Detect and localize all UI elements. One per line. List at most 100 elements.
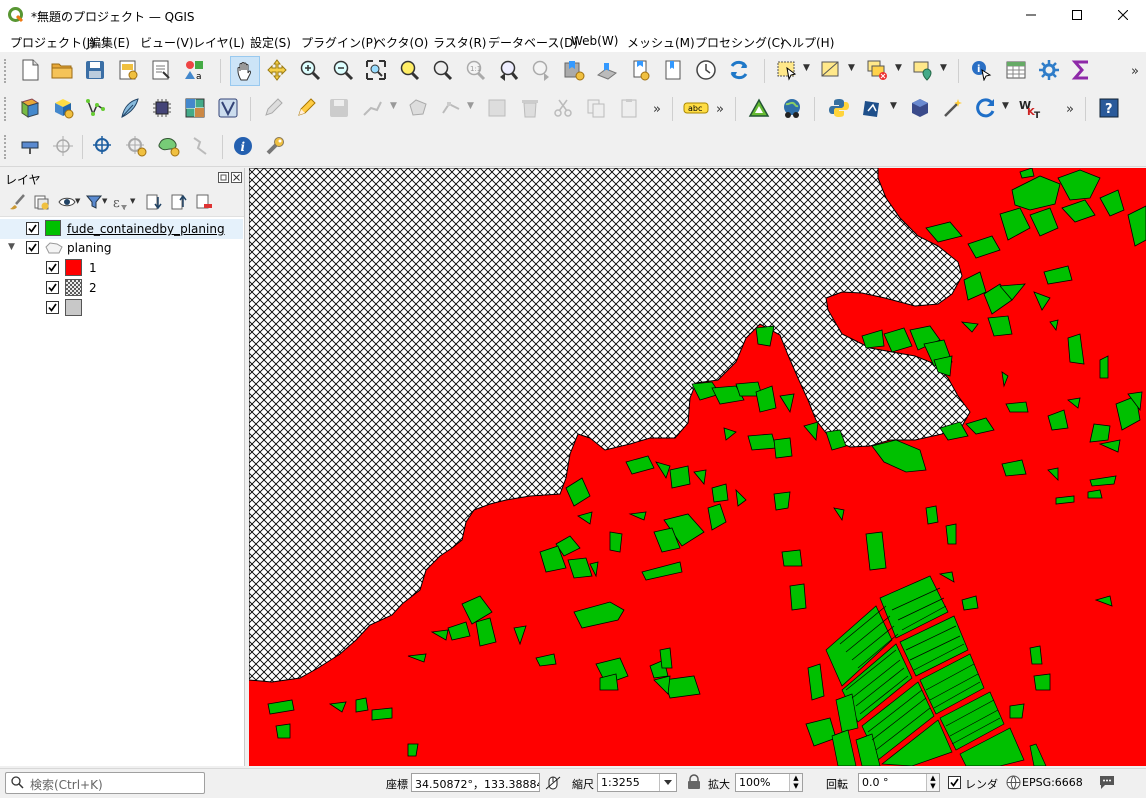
toolbar-handle[interactable] [4, 135, 10, 159]
save-edits-button[interactable] [326, 95, 352, 121]
zoom-next-button[interactable] [528, 57, 554, 83]
delete-selected-button[interactable] [517, 95, 543, 121]
new-print-layout-button[interactable] [115, 57, 141, 83]
zoom-to-selection-button[interactable] [396, 57, 422, 83]
menu-view[interactable]: ビュー(V) [140, 34, 194, 51]
dropdown-arrow-icon[interactable]: ▼ [1002, 101, 1009, 111]
toolbar-overflow-icon[interactable]: » [1131, 64, 1139, 79]
layer-visibility-checkbox[interactable] [26, 241, 39, 254]
filter-legend-button[interactable] [84, 192, 104, 212]
label-toolbar-button[interactable]: abc [683, 95, 709, 121]
settings-wrench-button[interactable] [262, 133, 288, 159]
close-button[interactable] [1100, 0, 1146, 30]
parcel[interactable] [609, 531, 623, 553]
lock-scale-icon[interactable] [687, 774, 701, 790]
menu-project[interactable]: プロジェクト(J) [10, 34, 95, 51]
identify-features-button[interactable]: i [968, 57, 994, 83]
coordinate-field[interactable]: 34.50872°，133.38884° [411, 773, 540, 792]
parcel[interactable] [773, 491, 791, 511]
parcel[interactable] [669, 465, 691, 489]
toggle-editing-button[interactable] [260, 95, 286, 121]
menu-processing[interactable]: プロセシング(C) [695, 34, 785, 51]
parcel[interactable] [355, 697, 369, 713]
parcel[interactable] [945, 523, 957, 545]
parcel[interactable] [789, 583, 807, 611]
toolbox-button[interactable] [1036, 57, 1062, 83]
menu-raster[interactable]: ラスタ(R) [433, 34, 486, 51]
parcel[interactable] [1005, 401, 1029, 413]
dropdown-arrow-icon[interactable]: ▼ [890, 101, 897, 111]
locator-search-input[interactable]: 検索(Ctrl+K) [5, 772, 205, 794]
render-checkbox[interactable] [948, 776, 961, 789]
parcel[interactable] [1029, 645, 1043, 665]
dropdown-arrow-icon[interactable]: ▼ [390, 101, 397, 111]
info-button[interactable]: i [230, 133, 256, 159]
plugin-cube-button[interactable] [907, 95, 933, 121]
menu-settings[interactable]: 設定(S) [250, 34, 291, 51]
layout-manager-button[interactable] [148, 57, 174, 83]
dropdown-arrow-icon[interactable]: ▼ [803, 63, 810, 73]
toolbar-overflow-icon[interactable]: » [716, 102, 724, 117]
add-group-button[interactable] [31, 192, 51, 212]
maximize-button[interactable] [1054, 0, 1100, 30]
toolbar-overflow-icon[interactable]: » [1066, 102, 1074, 117]
snap-add-button[interactable] [123, 133, 149, 159]
parcel[interactable] [1099, 355, 1109, 379]
legend-class-1[interactable]: 1 [0, 258, 243, 278]
select-by-value-button[interactable] [818, 57, 844, 83]
class-visibility-checkbox[interactable] [46, 261, 59, 274]
current-edits-button[interactable] [293, 95, 319, 121]
parcel[interactable] [659, 647, 673, 669]
float-panel-icon[interactable] [218, 172, 229, 183]
open-attribute-table-button[interactable] [1003, 57, 1029, 83]
digitize-trace-button[interactable] [189, 133, 215, 159]
toolbar-overflow-icon[interactable]: » [653, 102, 661, 117]
rotation-spinbox[interactable]: 0.0 ° ▲ ▼ [858, 773, 940, 792]
minimize-button[interactable] [1008, 0, 1054, 30]
parcel[interactable] [1089, 423, 1111, 443]
dropdown-arrow-icon[interactable]: ▼ [467, 101, 474, 111]
zoom-full-button[interactable] [363, 57, 389, 83]
zoom-to-layer-button[interactable] [429, 57, 455, 83]
refresh-button[interactable] [726, 57, 752, 83]
zoom-in-button[interactable] [297, 57, 323, 83]
globe-plugin-button[interactable] [779, 95, 805, 121]
statistics-button[interactable] [1069, 57, 1095, 83]
menu-web[interactable]: Web(W) [571, 34, 618, 48]
menu-help[interactable]: ヘルプ(H) [780, 34, 834, 51]
zoom-last-button[interactable] [495, 57, 521, 83]
add-vector-layer-button[interactable] [50, 95, 76, 121]
zoom-native-button[interactable]: 1:1 [462, 57, 488, 83]
open-project-button[interactable] [49, 57, 75, 83]
map-rendering[interactable] [249, 168, 1146, 766]
expand-all-button[interactable] [144, 192, 164, 212]
deselect-all-button[interactable] [864, 57, 890, 83]
dropdown-arrow-icon[interactable]: ▼ [130, 197, 135, 205]
menu-plugins[interactable]: プラグイン(P) [301, 34, 378, 51]
select-features-button[interactable] [774, 57, 800, 83]
spin-arrows-icon[interactable]: ▲ ▼ [789, 774, 802, 791]
toolbar-handle[interactable] [4, 59, 10, 83]
parcel[interactable] [371, 707, 393, 721]
menu-mesh[interactable]: メッシュ(M) [627, 34, 695, 51]
python-console-button[interactable] [826, 95, 852, 121]
digitize-shape-button[interactable] [156, 133, 182, 159]
parcel[interactable] [747, 433, 777, 451]
magnifier-spinbox[interactable]: 100% ▲ ▼ [735, 773, 803, 792]
parcel[interactable] [407, 743, 419, 757]
parcel[interactable] [781, 549, 803, 567]
layer-visibility-checkbox[interactable] [26, 222, 39, 235]
menu-vector[interactable]: ベクタ(O) [374, 34, 428, 51]
paste-features-button[interactable] [616, 95, 642, 121]
collapse-all-button[interactable] [169, 192, 189, 212]
parcel[interactable] [275, 723, 291, 739]
add-wms-button[interactable] [215, 95, 241, 121]
modify-attributes-button[interactable] [484, 95, 510, 121]
scale-combobox[interactable]: 1:3255 [597, 773, 677, 792]
zoom-out-button[interactable] [330, 57, 356, 83]
plugin-pushpin-button[interactable] [17, 133, 43, 159]
plugin-wand-button[interactable] [940, 95, 966, 121]
bookmark-list-button[interactable] [660, 57, 686, 83]
select-location-button[interactable] [910, 57, 936, 83]
map-canvas[interactable] [249, 168, 1146, 766]
